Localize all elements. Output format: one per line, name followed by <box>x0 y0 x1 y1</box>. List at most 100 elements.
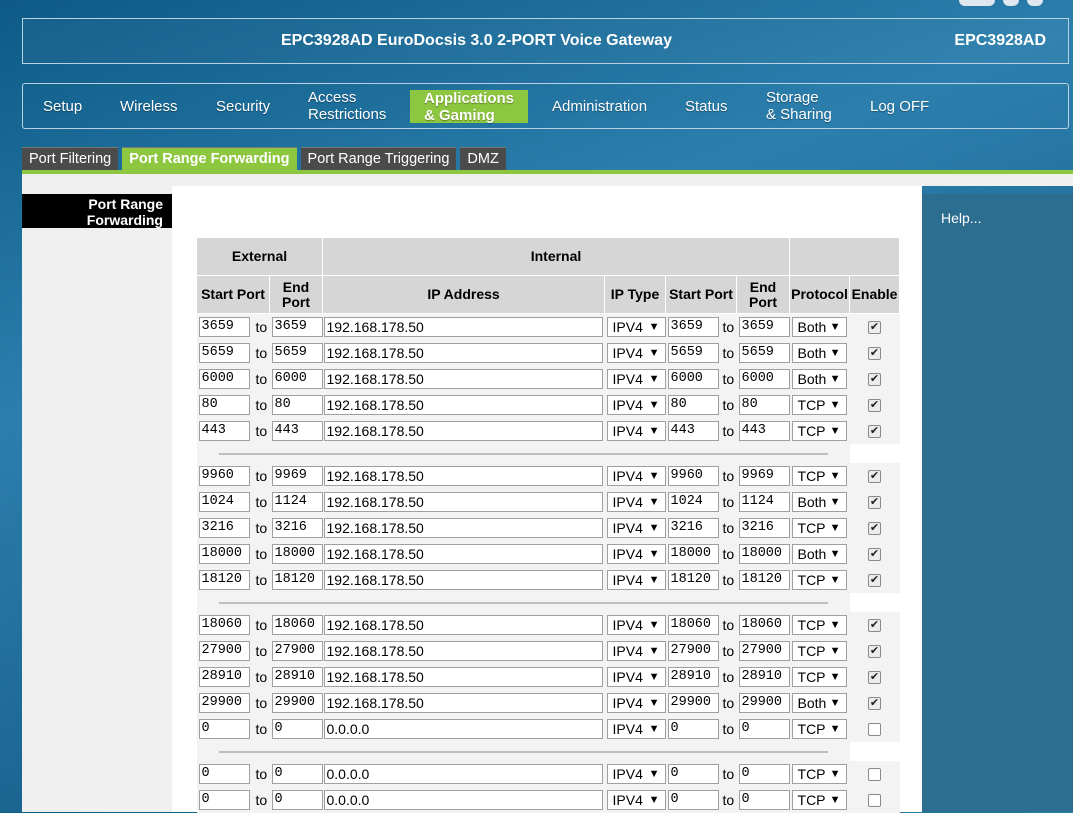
protocol-select[interactable]: TCP▼ <box>792 615 847 635</box>
enable-checkbox[interactable]: ✔ <box>868 425 881 438</box>
ext-start-port-input[interactable]: 80 <box>199 395 250 415</box>
enable-checkbox[interactable]: ✔ <box>868 321 881 334</box>
ip-address-input[interactable]: 192.168.178.50 <box>324 615 603 635</box>
nav-access-restrictions[interactable]: Access Restrictions <box>308 84 386 128</box>
ext-start-port-input[interactable]: 3659 <box>199 317 250 337</box>
protocol-select[interactable]: TCP▼ <box>792 421 847 441</box>
ip-address-input[interactable]: 0.0.0.0 <box>324 764 603 784</box>
int-start-port-input[interactable]: 6000 <box>668 369 719 389</box>
ip-type-select[interactable]: IPV4▼ <box>607 395 666 415</box>
protocol-select[interactable]: TCP▼ <box>792 790 847 810</box>
int-end-port-input[interactable]: 0 <box>739 790 790 810</box>
ext-end-port-input[interactable]: 28910 <box>272 667 323 687</box>
ext-start-port-input[interactable]: 0 <box>199 790 250 810</box>
ext-end-port-input[interactable]: 27900 <box>272 641 323 661</box>
enable-checkbox[interactable] <box>868 794 881 807</box>
ip-address-input[interactable]: 192.168.178.50 <box>324 544 603 564</box>
nav-wireless[interactable]: Wireless <box>120 84 178 128</box>
ip-address-input[interactable]: 192.168.178.50 <box>324 641 603 661</box>
help-link[interactable]: Help... <box>941 210 981 226</box>
enable-checkbox[interactable]: ✔ <box>868 347 881 360</box>
ip-type-select[interactable]: IPV4▼ <box>607 518 666 538</box>
int-start-port-input[interactable]: 0 <box>668 719 719 739</box>
int-start-port-input[interactable]: 443 <box>668 421 719 441</box>
ext-start-port-input[interactable]: 1024 <box>199 492 250 512</box>
enable-checkbox[interactable] <box>868 723 881 736</box>
int-end-port-input[interactable]: 3659 <box>739 317 790 337</box>
enable-checkbox[interactable]: ✔ <box>868 399 881 412</box>
ip-address-input[interactable]: 192.168.178.50 <box>324 570 603 590</box>
protocol-select[interactable]: TCP▼ <box>792 667 847 687</box>
protocol-select[interactable]: Both▼ <box>792 369 847 389</box>
ext-end-port-input[interactable]: 18060 <box>272 615 323 635</box>
tab-dmz[interactable]: DMZ <box>460 147 505 170</box>
ext-end-port-input[interactable]: 29900 <box>272 693 323 713</box>
ip-address-input[interactable]: 192.168.178.50 <box>324 395 603 415</box>
ip-address-input[interactable]: 192.168.178.50 <box>324 667 603 687</box>
ext-end-port-input[interactable]: 0 <box>272 764 323 784</box>
ip-type-select[interactable]: IPV4▼ <box>607 570 666 590</box>
enable-checkbox[interactable]: ✔ <box>868 574 881 587</box>
enable-checkbox[interactable]: ✔ <box>868 619 881 632</box>
ip-type-select[interactable]: IPV4▼ <box>607 466 666 486</box>
ip-address-input[interactable]: 192.168.178.50 <box>324 421 603 441</box>
enable-checkbox[interactable] <box>868 768 881 781</box>
nav-administration[interactable]: Administration <box>552 84 647 128</box>
enable-checkbox[interactable]: ✔ <box>868 671 881 684</box>
nav-setup[interactable]: Setup <box>43 84 82 128</box>
int-end-port-input[interactable]: 27900 <box>739 641 790 661</box>
int-end-port-input[interactable]: 9969 <box>739 466 790 486</box>
protocol-select[interactable]: TCP▼ <box>792 570 847 590</box>
ip-address-input[interactable]: 192.168.178.50 <box>324 466 603 486</box>
ext-end-port-input[interactable]: 6000 <box>272 369 323 389</box>
ip-address-input[interactable]: 192.168.178.50 <box>324 518 603 538</box>
protocol-select[interactable]: TCP▼ <box>792 395 847 415</box>
ip-type-select[interactable]: IPV4▼ <box>607 693 666 713</box>
nav-applications-gaming[interactable]: Applications & Gaming <box>410 90 528 123</box>
ext-start-port-input[interactable]: 9960 <box>199 466 250 486</box>
ext-start-port-input[interactable]: 443 <box>199 421 250 441</box>
protocol-select[interactable]: TCP▼ <box>792 518 847 538</box>
ext-end-port-input[interactable]: 18120 <box>272 570 323 590</box>
ext-start-port-input[interactable]: 18060 <box>199 615 250 635</box>
ext-start-port-input[interactable]: 5659 <box>199 343 250 363</box>
ip-type-select[interactable]: IPV4▼ <box>607 719 666 739</box>
ip-address-input[interactable]: 192.168.178.50 <box>324 317 603 337</box>
int-end-port-input[interactable]: 28910 <box>739 667 790 687</box>
int-start-port-input[interactable]: 80 <box>668 395 719 415</box>
int-end-port-input[interactable]: 0 <box>739 764 790 784</box>
nav-storage-sharing[interactable]: Storage & Sharing <box>766 84 832 128</box>
ext-start-port-input[interactable]: 18000 <box>199 544 250 564</box>
int-end-port-input[interactable]: 29900 <box>739 693 790 713</box>
ip-type-select[interactable]: IPV4▼ <box>607 317 666 337</box>
int-start-port-input[interactable]: 0 <box>668 764 719 784</box>
ext-start-port-input[interactable]: 0 <box>199 764 250 784</box>
tab-port-range-triggering[interactable]: Port Range Triggering <box>301 147 457 170</box>
protocol-select[interactable]: TCP▼ <box>792 466 847 486</box>
protocol-select[interactable]: Both▼ <box>792 317 847 337</box>
protocol-select[interactable]: Both▼ <box>792 544 847 564</box>
ip-type-select[interactable]: IPV4▼ <box>607 421 666 441</box>
int-end-port-input[interactable]: 80 <box>739 395 790 415</box>
ip-address-input[interactable]: 0.0.0.0 <box>324 719 603 739</box>
int-start-port-input[interactable]: 3216 <box>668 518 719 538</box>
nav-security[interactable]: Security <box>216 84 270 128</box>
ext-start-port-input[interactable]: 6000 <box>199 369 250 389</box>
nav-status[interactable]: Status <box>685 84 728 128</box>
ext-start-port-input[interactable]: 29900 <box>199 693 250 713</box>
ext-end-port-input[interactable]: 1124 <box>272 492 323 512</box>
enable-checkbox[interactable]: ✔ <box>868 645 881 658</box>
ip-type-select[interactable]: IPV4▼ <box>607 790 666 810</box>
ext-start-port-input[interactable]: 27900 <box>199 641 250 661</box>
enable-checkbox[interactable]: ✔ <box>868 522 881 535</box>
int-end-port-input[interactable]: 3216 <box>739 518 790 538</box>
ip-address-input[interactable]: 192.168.178.50 <box>324 369 603 389</box>
int-start-port-input[interactable]: 3659 <box>668 317 719 337</box>
int-end-port-input[interactable]: 1124 <box>739 492 790 512</box>
enable-checkbox[interactable]: ✔ <box>868 373 881 386</box>
int-start-port-input[interactable]: 18060 <box>668 615 719 635</box>
tab-port-filtering[interactable]: Port Filtering <box>22 147 118 170</box>
enable-checkbox[interactable]: ✔ <box>868 470 881 483</box>
protocol-select[interactable]: Both▼ <box>792 343 847 363</box>
enable-checkbox[interactable]: ✔ <box>868 697 881 710</box>
